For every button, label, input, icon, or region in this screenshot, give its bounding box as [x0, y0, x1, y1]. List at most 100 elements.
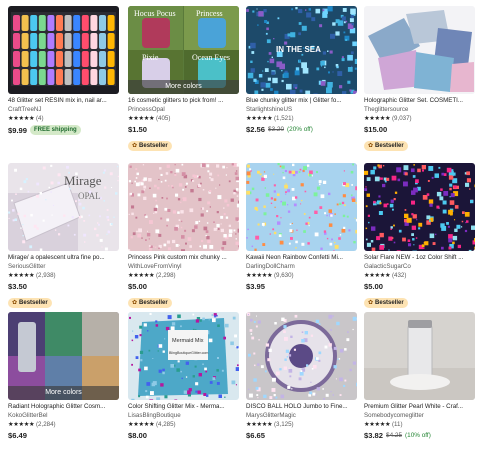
- listing-title[interactable]: DISCO BALL HOLO Jumbo to Fine...: [246, 403, 357, 411]
- shop-name[interactable]: WithLoveFromVinyl: [128, 263, 239, 271]
- listing-image[interactable]: [128, 163, 239, 251]
- listing-image[interactable]: [364, 312, 475, 400]
- glitter-speck: [289, 229, 293, 233]
- listing-card[interactable]: IN THE SEA Blue chunky glitter mix | Gli…: [246, 6, 357, 134]
- shop-name[interactable]: CraftTreeNJ: [8, 106, 119, 114]
- glitter-speck: [333, 346, 337, 350]
- glitter-speck: [106, 233, 108, 235]
- glitter-speck: [299, 89, 303, 93]
- glitter-speck: [289, 375, 292, 378]
- glitter-vial: [13, 15, 20, 31]
- listing-image[interactable]: More colors: [8, 312, 119, 400]
- listing-image[interactable]: Mirage OPAL: [8, 163, 119, 251]
- glitter-speck: [135, 177, 138, 179]
- listing-image[interactable]: [364, 163, 475, 251]
- listing-card[interactable]: More colors Radiant Holographic Glitter …: [8, 312, 119, 440]
- shop-name[interactable]: StarlightshineUS: [246, 106, 357, 114]
- listing-title[interactable]: Princess Pink custom mix chunky ...: [128, 254, 239, 262]
- more-colors-overlay[interactable]: More colors: [128, 80, 239, 94]
- star-icon: ★★★★★: [246, 421, 273, 428]
- shop-name[interactable]: Theglittersource: [364, 106, 475, 114]
- bestseller-badge: ✿ Bestseller: [364, 141, 408, 151]
- glitter-speck: [192, 328, 195, 331]
- glitter-speck: [192, 179, 195, 182]
- listing-card[interactable]: Mirage OPAL Mirage/ a opalescent ultra f…: [8, 163, 119, 309]
- price: $1.50: [128, 125, 148, 134]
- review-count: (9,037): [391, 115, 412, 122]
- glitter-vial: [81, 33, 89, 49]
- glitter-vial: [99, 69, 106, 85]
- shop-name[interactable]: GalacticSugarCo: [364, 263, 475, 271]
- listing-card[interactable]: 48 Glitter set RESIN mix in, nail ar... …: [8, 6, 119, 135]
- glitter-speck: [265, 343, 269, 347]
- listing-title[interactable]: Mirage/ a opalescent ultra fine po...: [8, 254, 119, 262]
- glitter-speck: [379, 245, 384, 250]
- listing-title[interactable]: 16 cosmetic glitters to pick from! ...: [128, 97, 239, 105]
- listing-title[interactable]: Color Shifting Glitter Mix - Merma...: [128, 403, 239, 411]
- listing-image[interactable]: Hocus Pocus Princess Pixie Ocean Eyes Mo…: [128, 6, 239, 94]
- glitter-speck: [248, 353, 251, 357]
- listing-title[interactable]: Holographic Glitter Set. COSMETI...: [364, 97, 475, 105]
- glitter-speck: [12, 219, 15, 222]
- listing-title[interactable]: Blue chunky glitter mix | Glitter fo...: [246, 97, 357, 105]
- glitter-speck: [236, 249, 239, 251]
- listing-title[interactable]: Premium Glitter Pearl White - Craf...: [364, 403, 475, 411]
- glitter-speck: [279, 165, 282, 168]
- listing-image[interactable]: Mermaid Mix BlingBoutiqueGlitter.com: [128, 312, 239, 400]
- bestseller-ribbon-icon: ✿: [132, 300, 138, 306]
- listing-image[interactable]: [246, 163, 357, 251]
- listing-title[interactable]: 48 Glitter set RESIN mix in, nail ar...: [8, 97, 119, 105]
- listing-image[interactable]: IN THE SEA: [246, 6, 357, 94]
- glitter-speck: [291, 388, 293, 390]
- glitter-speck: [75, 200, 77, 203]
- shop-name[interactable]: Somebodycomeglitter: [364, 412, 475, 420]
- more-colors-overlay[interactable]: More colors: [8, 386, 119, 400]
- listing-card[interactable]: Mermaid Mix BlingBoutiqueGlitter.com Col…: [128, 312, 239, 440]
- listing-image[interactable]: [8, 6, 119, 94]
- glitter-speck: [143, 189, 146, 191]
- listing-image[interactable]: [364, 6, 475, 94]
- glitter-speck: [178, 183, 183, 187]
- glitter-speck: [160, 181, 163, 183]
- glitter-speck: [304, 331, 308, 335]
- shop-name[interactable]: LisasBlingBoutique: [128, 412, 239, 420]
- listing-title[interactable]: Solar Flare NEW - 1oz Color Shift ...: [364, 254, 475, 262]
- listing-card[interactable]: DISCO BALL HOLO Jumbo to Fine... MarysGl…: [246, 312, 357, 440]
- glitter-speck: [418, 222, 423, 227]
- glitter-speck: [432, 242, 436, 245]
- listing-card[interactable]: Premium Glitter Pearl White - Craf... So…: [364, 312, 475, 440]
- listing-title[interactable]: Kawaii Neon Rainbow Confetti Mi...: [246, 254, 357, 262]
- glitter-speck: [14, 168, 17, 172]
- shop-name[interactable]: SeriousGlitter: [8, 263, 119, 271]
- listing-title[interactable]: Radiant Holographic Glitter Cosm...: [8, 403, 119, 411]
- shop-name[interactable]: PrincessOpal: [128, 106, 239, 114]
- glitter-speck: [136, 172, 139, 176]
- bestseller-label: Bestseller: [375, 300, 404, 306]
- glitter-speck: [304, 190, 307, 193]
- glitter-speck: [330, 214, 333, 217]
- glitter-speck: [167, 315, 172, 320]
- listing-card[interactable]: Solar Flare NEW - 1oz Color Shift ... Ga…: [364, 163, 475, 309]
- glitter-speck: [153, 246, 155, 248]
- shop-name[interactable]: MarysGlitterMagic: [246, 412, 357, 420]
- listing-card[interactable]: Holographic Glitter Set. COSMETI... Theg…: [364, 6, 475, 152]
- glitter-speck: [55, 229, 57, 231]
- glitter-speck: [264, 370, 267, 373]
- glitter-speck: [262, 175, 264, 178]
- listing-card[interactable]: Kawaii Neon Rainbow Confetti Mi... Darli…: [246, 163, 357, 291]
- listing-image[interactable]: [246, 312, 357, 400]
- glitter-speck: [295, 87, 297, 89]
- glitter-speck: [192, 313, 195, 316]
- listing-card[interactable]: Princess Pink custom mix chunky ... With…: [128, 163, 239, 309]
- shop-name[interactable]: KokoGlitterBel: [8, 412, 119, 420]
- glitter-speck: [246, 9, 249, 12]
- glitter-speck: [250, 42, 256, 49]
- shop-name[interactable]: DarlingDollCharm: [246, 263, 357, 271]
- glitter-speck: [303, 166, 307, 170]
- glitter-speck: [206, 236, 210, 240]
- glitter-speck: [106, 209, 109, 211]
- glitter-speck: [208, 319, 210, 321]
- glitter-speck: [292, 163, 295, 167]
- listing-card[interactable]: Hocus Pocus Princess Pixie Ocean Eyes Mo…: [128, 6, 239, 152]
- glitter-speck: [320, 81, 326, 86]
